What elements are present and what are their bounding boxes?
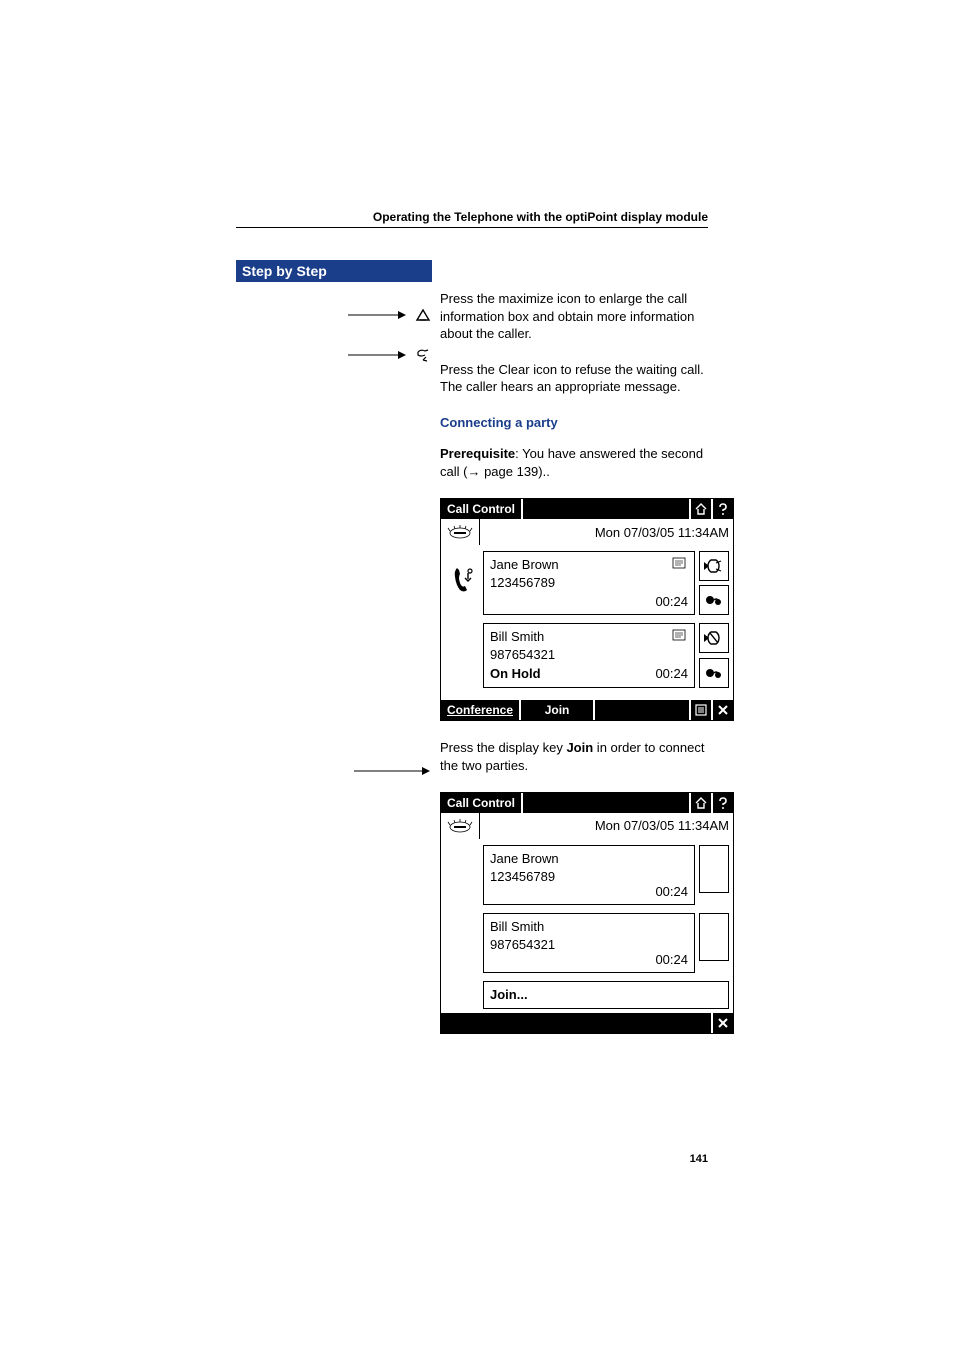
conference-button[interactable]: Conference bbox=[441, 700, 521, 720]
speaker-icon[interactable] bbox=[699, 551, 729, 581]
phone-title-bar: Call Control bbox=[441, 793, 733, 813]
alert-icon bbox=[441, 519, 480, 545]
call-card-a: Jane Brown 123456789 00:24 bbox=[483, 551, 729, 615]
caller-name: Jane Brown bbox=[490, 850, 688, 868]
header-divider bbox=[236, 227, 708, 228]
call-duration: 00:24 bbox=[655, 593, 688, 611]
phone-title: Call Control bbox=[441, 499, 523, 519]
pointer-arrow-icon bbox=[348, 308, 408, 322]
caller-name: Bill Smith bbox=[490, 918, 688, 936]
side-box-empty bbox=[699, 913, 729, 961]
prerequisite-text: Prerequisite: You have answered the seco… bbox=[440, 445, 710, 480]
phone-datetime-row: Mon 07/03/05 11:34AM bbox=[441, 813, 733, 839]
title-spacer bbox=[523, 499, 691, 519]
home-icon[interactable] bbox=[691, 793, 713, 813]
join-button[interactable]: Join bbox=[521, 700, 595, 720]
subheading-connecting-party: Connecting a party bbox=[440, 414, 710, 432]
caller-number: 123456789 bbox=[490, 574, 688, 592]
phone-bottom-bar: Conference Join bbox=[441, 700, 733, 720]
speaker-mute-icon[interactable] bbox=[699, 623, 729, 653]
help-icon[interactable] bbox=[713, 499, 733, 519]
call-card-a: Jane Brown 123456789 00:24 bbox=[483, 845, 729, 905]
phone-title: Call Control bbox=[441, 793, 523, 813]
para3-a: Press the display key bbox=[440, 740, 566, 755]
phone-bottom-bar bbox=[441, 1013, 733, 1033]
phone-datetime-row: Mon 07/03/05 11:34AM bbox=[441, 519, 733, 545]
caller-number: 987654321 bbox=[490, 646, 688, 664]
call-card-b: Bill Smith 987654321 00:24 bbox=[483, 913, 729, 973]
notes-icon[interactable] bbox=[672, 628, 688, 647]
maximize-icon bbox=[414, 306, 432, 324]
paragraph-maximize: Press the maximize icon to enlarge the c… bbox=[440, 290, 710, 343]
section-header: Operating the Telephone with the optiPoi… bbox=[278, 210, 708, 224]
bottom-spacer bbox=[595, 700, 691, 720]
pointer-arrow-icon bbox=[354, 764, 432, 778]
caller-name: Bill Smith bbox=[490, 628, 688, 646]
step-by-step-heading: Step by Step bbox=[236, 260, 432, 282]
list-icon[interactable] bbox=[691, 700, 713, 720]
close-icon[interactable] bbox=[713, 700, 733, 720]
handset-transfer-icon bbox=[452, 565, 476, 600]
paragraph-join: Press the display key Join in order to c… bbox=[440, 739, 710, 774]
paragraph-clear: Press the Clear icon to refuse the waiti… bbox=[440, 361, 710, 396]
call-duration: 00:24 bbox=[655, 665, 688, 683]
close-icon[interactable] bbox=[713, 1013, 733, 1033]
phone-screen-call-control-1: Call Control Mon 07/03/05 11:34AM bbox=[440, 498, 734, 721]
call-duration: 00:24 bbox=[655, 883, 688, 901]
help-icon[interactable] bbox=[713, 793, 733, 813]
notes-icon[interactable] bbox=[672, 556, 688, 575]
alert-icon bbox=[441, 813, 480, 839]
call-card-b: Bill Smith 987654321 On Hold 00:24 bbox=[483, 623, 729, 688]
prerequisite-page: page 139).. bbox=[480, 464, 549, 479]
clear-icon bbox=[414, 346, 432, 364]
prerequisite-label: Prerequisite bbox=[440, 446, 515, 461]
page-number: 141 bbox=[690, 1153, 708, 1165]
pointer-arrow-icon bbox=[348, 348, 408, 362]
record-icon[interactable] bbox=[699, 585, 729, 615]
side-box-empty bbox=[699, 845, 729, 893]
home-icon[interactable] bbox=[691, 499, 713, 519]
join-keyword: Join bbox=[566, 740, 593, 755]
call-duration: 00:24 bbox=[655, 951, 688, 969]
phone-datetime: Mon 07/03/05 11:34AM bbox=[480, 813, 733, 839]
reference-arrow-icon: → bbox=[467, 464, 480, 479]
title-spacer bbox=[523, 793, 691, 813]
bottom-spacer bbox=[441, 1013, 713, 1033]
record-icon[interactable] bbox=[699, 658, 729, 688]
join-status-card: Join... bbox=[483, 981, 729, 1009]
phone-datetime: Mon 07/03/05 11:34AM bbox=[480, 519, 733, 545]
phone-screen-call-control-2: Call Control Mon 07/03/05 11:34AM bbox=[440, 792, 734, 1034]
phone-title-bar: Call Control bbox=[441, 499, 733, 519]
caller-name: Jane Brown bbox=[490, 556, 688, 574]
